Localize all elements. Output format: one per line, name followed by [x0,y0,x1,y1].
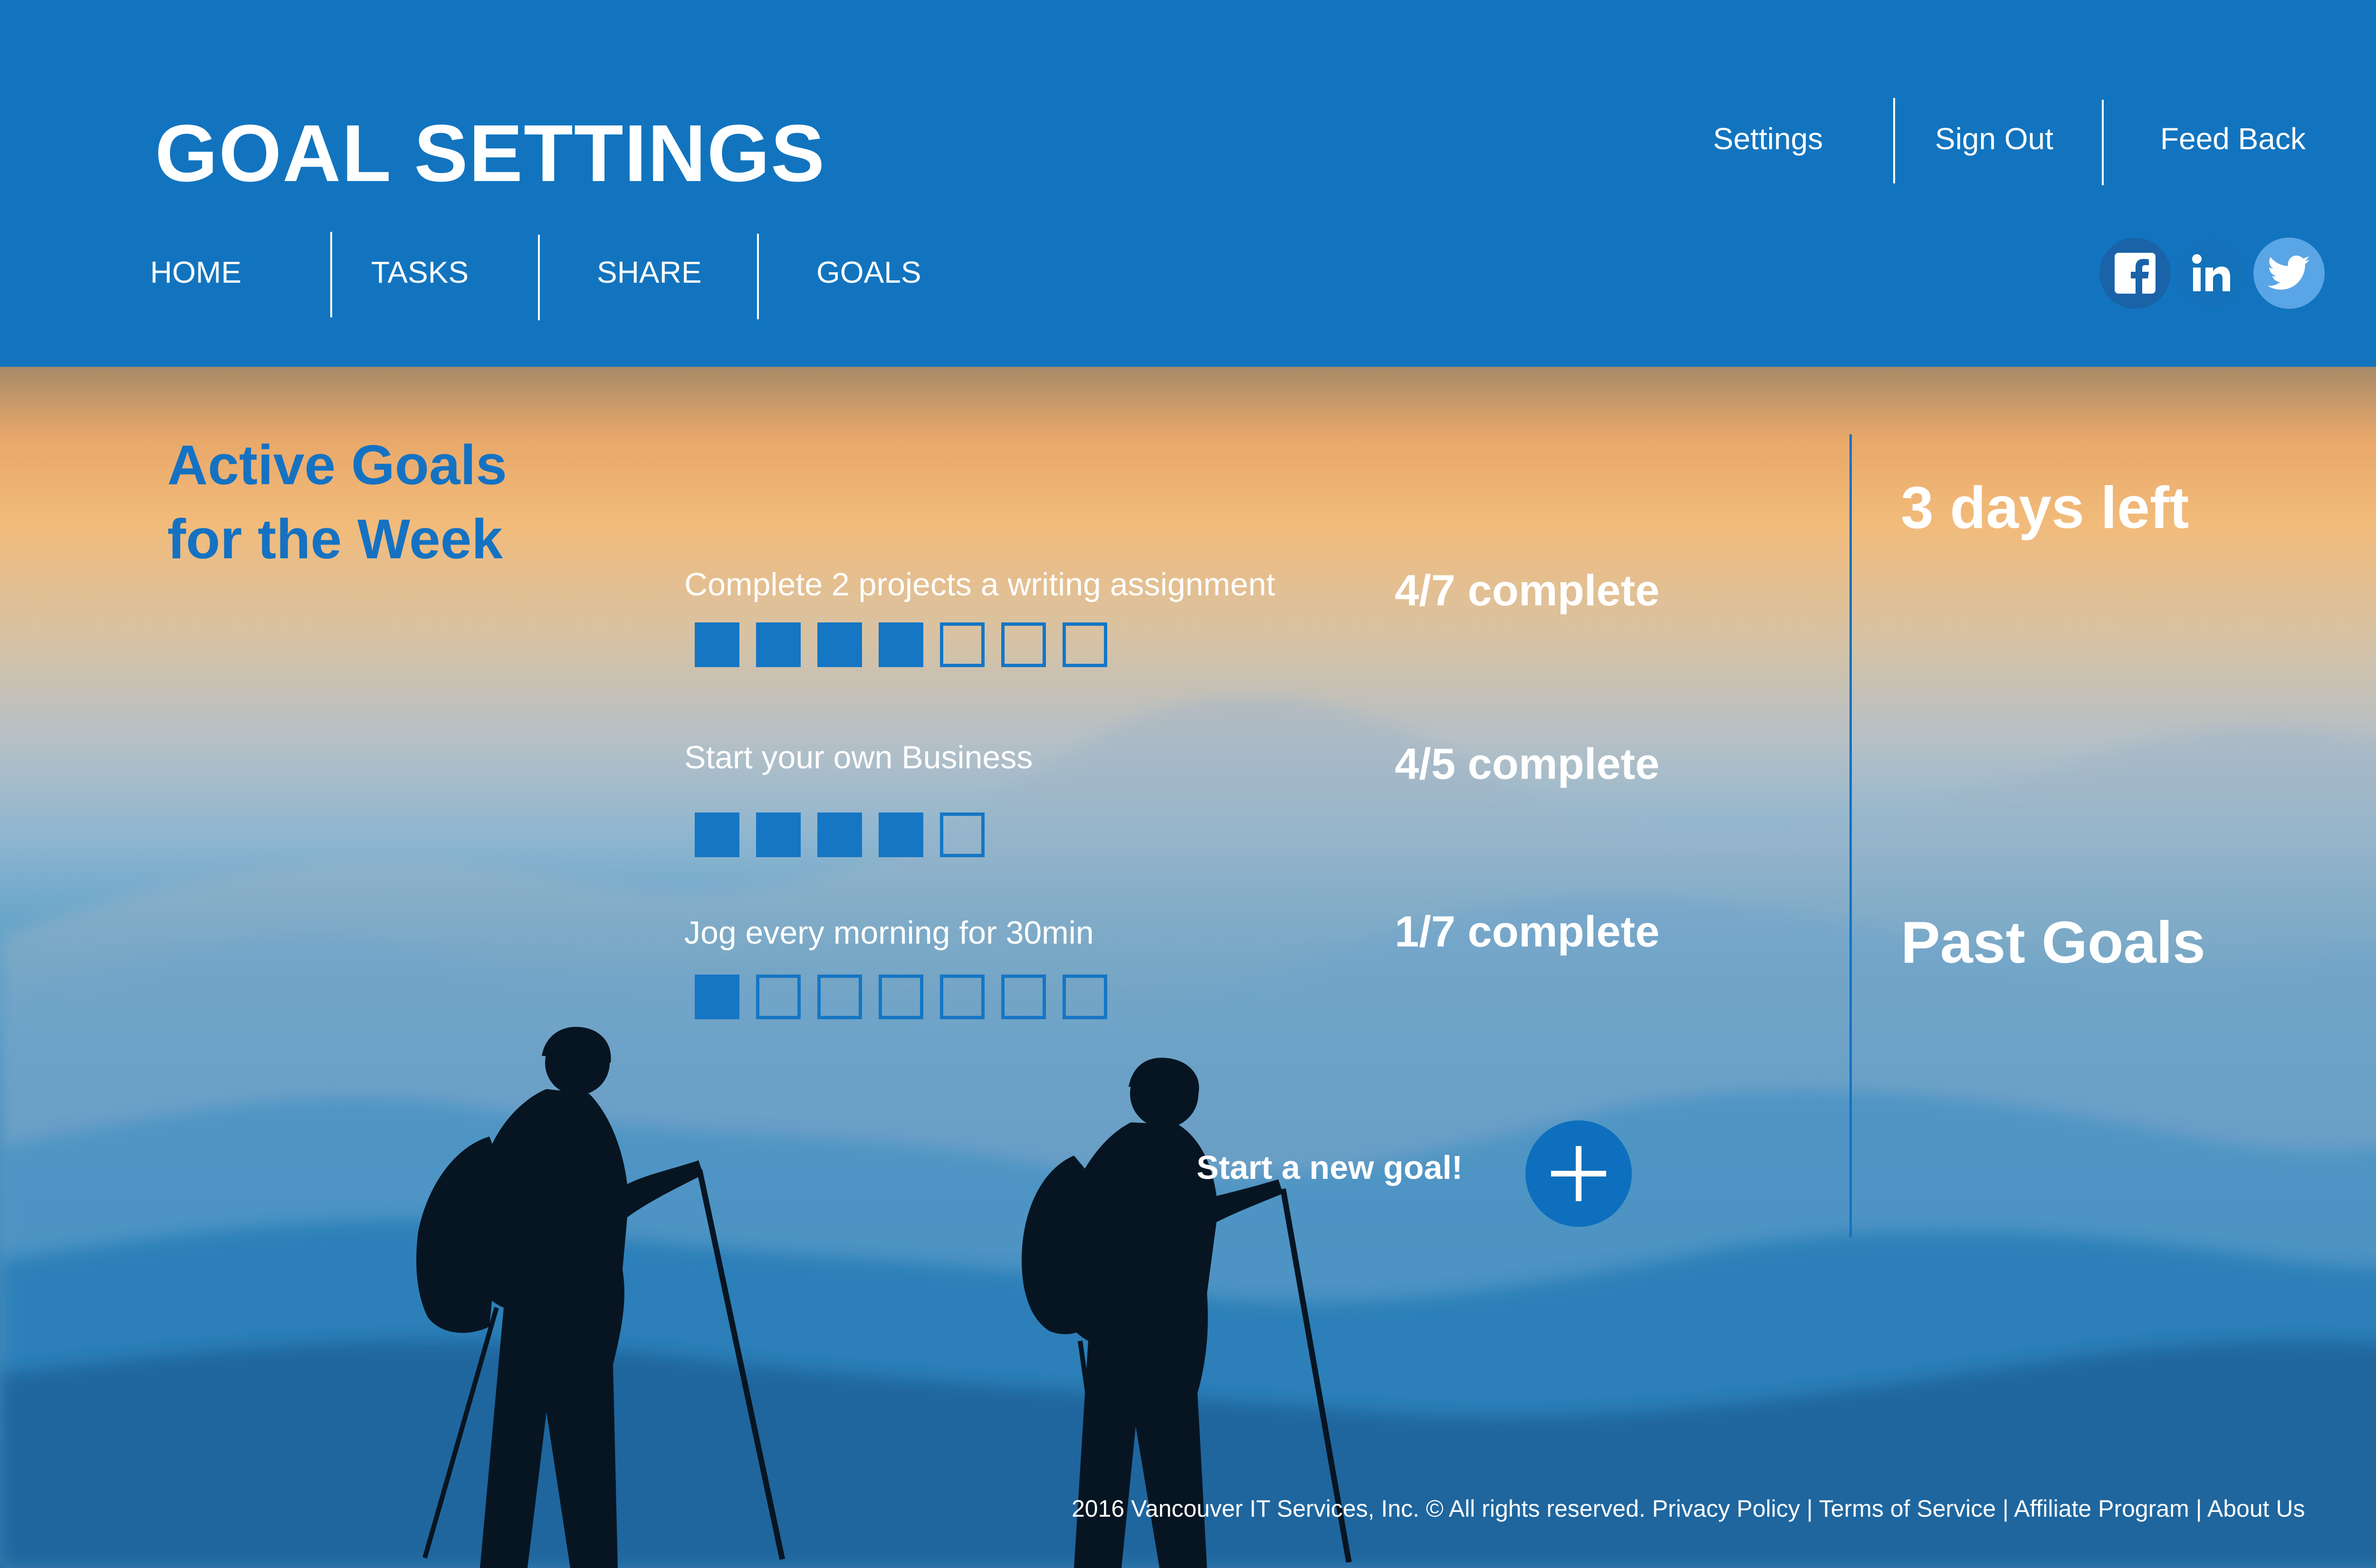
progress-square-empty[interactable] [756,975,801,1019]
progress-square-complete[interactable] [695,622,739,667]
goal-1-progress[interactable] [695,622,1107,667]
progress-square-complete[interactable] [695,813,739,857]
progress-square-complete[interactable] [756,813,801,857]
nav-tasks[interactable]: TASKS [371,257,469,287]
progress-square-complete[interactable] [817,622,862,667]
nav-divider [538,235,540,320]
progress-square-complete[interactable] [879,813,923,857]
progress-square-empty[interactable] [940,622,985,667]
nav-goals[interactable]: GOALS [816,257,921,287]
progress-square-complete[interactable] [817,813,862,857]
days-left-text: 3 days left [1901,475,2189,541]
active-goals-heading-line2: for the Week [167,507,503,571]
linkedin-glyph [2192,254,2230,291]
twitter-glyph [2268,255,2310,290]
privacy-policy-link[interactable]: Privacy Policy [1652,1495,1800,1522]
goal-2-label[interactable]: Start your own Business [684,741,1033,774]
nav-divider [757,234,759,319]
progress-square-complete[interactable] [879,622,923,667]
progress-square-empty[interactable] [1001,975,1046,1019]
goal-3-label[interactable]: Jog every morning for 30min [684,917,1094,949]
util-divider [2102,100,2104,185]
sign-out-link[interactable]: Sign Out [1935,124,2053,154]
nav-divider [330,232,332,317]
facebook-icon[interactable] [2099,238,2171,309]
add-goal-button[interactable] [1525,1120,1632,1227]
facebook-glyph [2115,253,2156,294]
terms-of-service-link[interactable]: Terms of Service [1819,1495,1996,1522]
progress-square-complete[interactable] [756,622,801,667]
goal-1-label[interactable]: Complete 2 projects a writing assignment [684,568,1275,601]
sidebar-divider [1849,434,1852,1237]
progress-square-empty[interactable] [1063,975,1107,1019]
progress-square-empty[interactable] [817,975,862,1019]
footer-separator: | [2002,1495,2009,1522]
header: GOAL SETTINGS HOME TASKS SHARE GOALS Set… [0,0,2376,367]
progress-square-empty[interactable] [940,813,985,857]
past-goals-link[interactable]: Past Goals [1901,913,2205,972]
goal-3-status: 1/7 complete [1395,908,1660,956]
twitter-icon[interactable] [2253,238,2325,309]
plus-icon [1551,1146,1606,1201]
footer-separator: | [1806,1495,1813,1522]
goal-2-progress[interactable] [695,813,985,857]
progress-square-empty[interactable] [879,975,923,1019]
progress-square-empty[interactable] [1063,622,1107,667]
active-goals-heading-line1: Active Goals [167,434,507,497]
progress-square-complete[interactable] [695,975,739,1019]
affiliate-program-link[interactable]: Affiliate Program [2014,1495,2189,1522]
footer-copyright: 2016 Vancouver IT Services, Inc. © All r… [1072,1495,1646,1522]
nav-share[interactable]: SHARE [597,257,702,287]
goal-2-status: 4/5 complete [1395,740,1660,788]
progress-square-empty[interactable] [1001,622,1046,667]
settings-link[interactable]: Settings [1713,124,1823,154]
goal-1-status: 4/7 complete [1395,566,1660,615]
linkedin-icon[interactable] [2175,238,2247,309]
progress-square-empty[interactable] [940,975,985,1019]
new-goal-label[interactable]: Start a new goal! [1197,1151,1463,1184]
hero-section: Active Goals for the Week Complete 2 pro… [0,367,2376,1568]
util-divider [1893,98,1895,183]
footer-separator: | [2195,1495,2202,1522]
nav-home[interactable]: HOME [150,257,241,287]
feedback-link[interactable]: Feed Back [2160,124,2306,154]
page-title: GOAL SETTINGS [155,108,826,199]
footer: 2016 Vancouver IT Services, Inc. © All r… [1072,1497,2305,1520]
active-goals-heading: Active Goals for the Week [167,429,690,577]
about-us-link[interactable]: About Us [2207,1495,2305,1522]
goal-3-progress[interactable] [695,975,1107,1019]
